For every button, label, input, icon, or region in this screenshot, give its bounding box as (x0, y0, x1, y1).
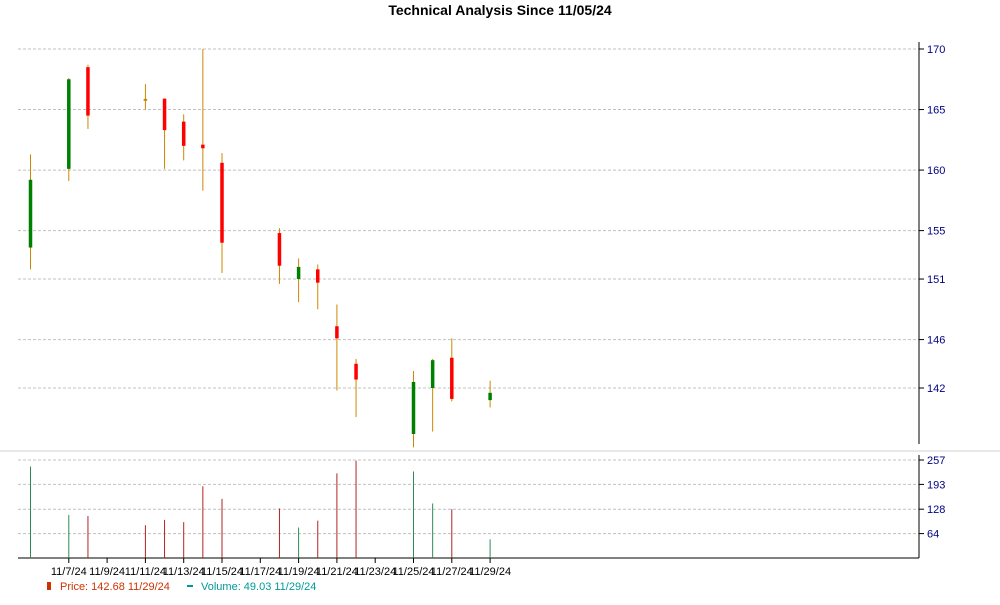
x-tick-label: 11/21/24 (316, 566, 358, 578)
candle-body (316, 269, 320, 283)
price-tick-label: 160 (927, 165, 945, 177)
volume-tick-label: 193 (927, 479, 945, 491)
candle-body (143, 98, 148, 101)
candle-body (411, 381, 416, 435)
x-tick-label: 11/27/24 (431, 566, 473, 578)
price-tick-label: 151 (927, 274, 945, 286)
x-tick-label: 11/9/24 (89, 566, 125, 578)
x-tick-label: 11/17/24 (239, 566, 281, 578)
candle-body (162, 98, 167, 131)
chart-title: Technical Analysis Since 11/05/24 (388, 2, 612, 18)
x-tick-label: 11/15/24 (201, 566, 243, 578)
candle-body (335, 326, 339, 339)
candle-body (181, 121, 186, 146)
price-tick-label: 170 (927, 44, 945, 56)
candle-body (354, 363, 358, 380)
x-tick-label: 11/13/24 (163, 566, 205, 578)
x-tick-label: 11/11/24 (125, 566, 166, 578)
volume-legend-label: Volume: 49.03 11/29/24 (201, 581, 316, 593)
candle-body (488, 392, 492, 401)
x-tick-label: 11/29/24 (469, 566, 511, 578)
candle-body (277, 233, 282, 266)
x-tick-label: 11/25/24 (392, 566, 434, 578)
candle-body (67, 79, 71, 169)
candle-body (296, 266, 301, 280)
price-tick-label: 142 (927, 383, 945, 395)
price-tick-label: 146 (927, 335, 945, 347)
volume-tick-label: 128 (927, 504, 945, 516)
candle-body (28, 179, 33, 248)
x-tick-label: 11/23/24 (354, 566, 396, 578)
candle-body (220, 162, 224, 243)
chart-svg: 1421461511551601651706412819325711/7/24 1… (0, 42, 1000, 593)
volume-tick-label: 64 (927, 529, 939, 541)
price-tick-label: 165 (927, 105, 945, 117)
price-tick-label: 155 (927, 226, 945, 238)
volume-tick-label: 257 (927, 455, 945, 467)
candle-body (450, 357, 454, 399)
candlestick-chart: Technical Analysis Since 11/05/24 142 146… (0, 0, 1000, 600)
x-tick-label: 11/7/24 (51, 566, 87, 578)
x-tick-label: 11/19/24 (278, 566, 320, 578)
candle-body (430, 360, 435, 388)
price-legend-label: Price: 142.68 11/29/24 (60, 581, 170, 593)
price-legend-marker (47, 582, 51, 590)
candle-body (201, 144, 205, 149)
candle-body (86, 67, 90, 116)
